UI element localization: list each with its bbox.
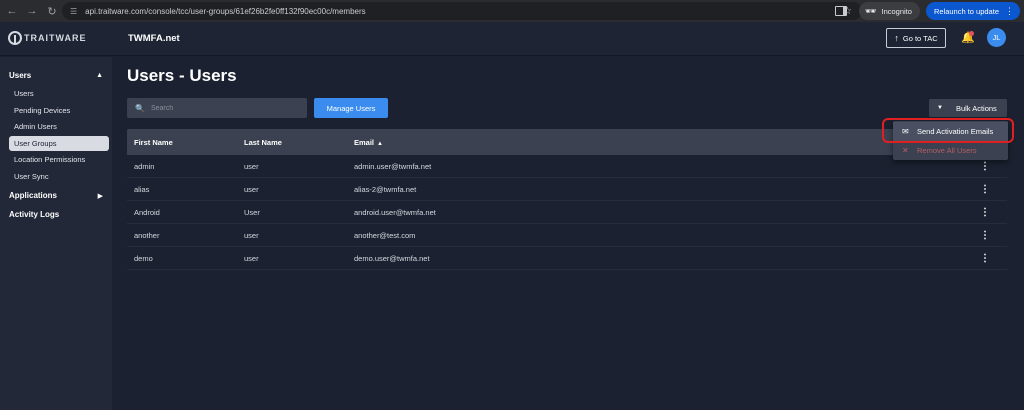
- sort-asc-icon: ▲: [377, 140, 383, 147]
- cell-first-name: admin: [134, 161, 155, 171]
- search-icon: 🔍: [135, 103, 145, 113]
- bulk-actions-button[interactable]: ▼ Bulk Actions: [929, 99, 1007, 117]
- row-menu-icon[interactable]: ⋮: [967, 230, 1007, 241]
- page-title: Users - Users: [127, 66, 237, 85]
- org-name: TWMFA.net: [128, 33, 180, 44]
- relaunch-button[interactable]: Relaunch to update ⋮: [925, 2, 1020, 20]
- sidebar-item-user-groups[interactable]: User Groups: [9, 136, 109, 151]
- bulk-actions-label: Bulk Actions: [955, 103, 997, 113]
- incognito-icon: 🕶: [865, 5, 877, 16]
- back-icon[interactable]: ←: [4, 3, 20, 19]
- logo-text: TRAITWARE: [24, 33, 87, 43]
- incognito-label: Incognito: [881, 6, 912, 16]
- header-first-name[interactable]: First Name: [127, 138, 237, 147]
- header-email-label: Email: [354, 137, 375, 147]
- app-header: TRAITWARE TWMFA.net ↑ Go to TAC 🔔 JL: [0, 22, 1024, 56]
- search-input[interactable]: [150, 104, 291, 112]
- members-table: First Name Last Name Email ▲ admin user a…: [127, 129, 1007, 270]
- manage-users-button[interactable]: Manage Users: [314, 98, 388, 118]
- table-row: alias user alias-2@twmfa.net ⋮: [127, 178, 1007, 201]
- sidebar: Users ▲ Users Pending Devices Admin User…: [0, 57, 112, 410]
- browser-toolbar: ← → ↻ ☰ api.traitware.com/console/tcc/us…: [0, 0, 1024, 22]
- notification-bell-icon[interactable]: 🔔: [961, 31, 975, 45]
- go-to-tac-label: Go to TAC: [902, 33, 938, 43]
- header-last-name[interactable]: Last Name: [237, 138, 347, 147]
- traitware-logo[interactable]: TRAITWARE: [8, 31, 87, 45]
- more-vert-icon: ⋮: [1005, 5, 1014, 16]
- sidebar-item-users[interactable]: Users: [9, 86, 109, 101]
- sidebar-item-user-sync[interactable]: User Sync: [9, 169, 109, 184]
- cell-last-name: user: [244, 184, 259, 194]
- table-row: demo user demo.user@twmfa.net ⋮: [127, 247, 1007, 270]
- cell-first-name: another: [134, 230, 160, 240]
- logo-mark-icon: [8, 31, 22, 45]
- cell-first-name: demo: [134, 253, 153, 263]
- reload-icon[interactable]: ↻: [44, 3, 60, 19]
- notification-dot: [969, 31, 974, 36]
- relaunch-label: Relaunch to update: [933, 6, 999, 16]
- sidebar-item-location-permissions[interactable]: Location Permissions: [9, 152, 109, 167]
- annotation-highlight-box: [882, 118, 1014, 143]
- cell-last-name: user: [244, 230, 259, 240]
- forward-icon[interactable]: →: [24, 3, 40, 19]
- row-menu-icon[interactable]: ⋮: [967, 184, 1007, 195]
- go-to-tac-button[interactable]: ↑ Go to TAC: [886, 28, 946, 48]
- table-row: Android User android.user@twmfa.net ⋮: [127, 201, 1007, 224]
- row-menu-icon[interactable]: ⋮: [967, 253, 1007, 264]
- cell-last-name: user: [244, 161, 259, 171]
- cell-last-name: user: [244, 253, 259, 263]
- cell-email: android.user@twmfa.net: [354, 207, 436, 217]
- sidebar-section-activity-logs[interactable]: Activity Logs: [9, 210, 59, 219]
- search-box[interactable]: 🔍: [127, 98, 307, 118]
- address-bar[interactable]: ☰ api.traitware.com/console/tcc/user-gro…: [62, 2, 862, 20]
- chevron-up-icon[interactable]: ▲: [96, 72, 103, 79]
- row-menu-icon[interactable]: ⋮: [967, 161, 1007, 172]
- chevron-right-icon[interactable]: ▶: [98, 192, 103, 200]
- cell-email: alias-2@twmfa.net: [354, 184, 417, 194]
- close-icon: ✕: [902, 146, 909, 155]
- table-header: First Name Last Name Email ▲: [127, 129, 1007, 155]
- site-info-icon[interactable]: ☰: [70, 7, 77, 16]
- url-text: api.traitware.com/console/tcc/user-group…: [85, 6, 366, 16]
- cell-last-name: User: [244, 207, 260, 217]
- header-email[interactable]: Email ▲: [347, 138, 967, 147]
- side-panel-icon[interactable]: [835, 6, 848, 16]
- remove-all-label: Remove All Users: [917, 146, 977, 155]
- avatar[interactable]: JL: [987, 28, 1006, 47]
- row-menu-icon[interactable]: ⋮: [967, 207, 1007, 218]
- cell-email: another@test.com: [354, 230, 416, 240]
- sidebar-section-applications[interactable]: Applications: [9, 191, 57, 200]
- cell-email: admin.user@twmfa.net: [354, 161, 432, 171]
- sidebar-section-users[interactable]: Users: [9, 71, 31, 80]
- remove-all-users-item[interactable]: ✕ Remove All Users: [893, 141, 1008, 160]
- sidebar-item-pending-devices[interactable]: Pending Devices: [9, 103, 109, 118]
- sidebar-item-admin-users[interactable]: Admin Users: [9, 119, 109, 134]
- table-row: admin user admin.user@twmfa.net ⋮: [127, 155, 1007, 178]
- incognito-badge[interactable]: 🕶 Incognito: [859, 2, 920, 20]
- table-row: another user another@test.com ⋮: [127, 224, 1007, 247]
- cell-email: demo.user@twmfa.net: [354, 253, 430, 263]
- cell-first-name: Android: [134, 207, 160, 217]
- arrow-up-icon: ↑: [894, 33, 899, 43]
- cell-first-name: alias: [134, 184, 150, 194]
- caret-down-icon: ▼: [937, 105, 943, 111]
